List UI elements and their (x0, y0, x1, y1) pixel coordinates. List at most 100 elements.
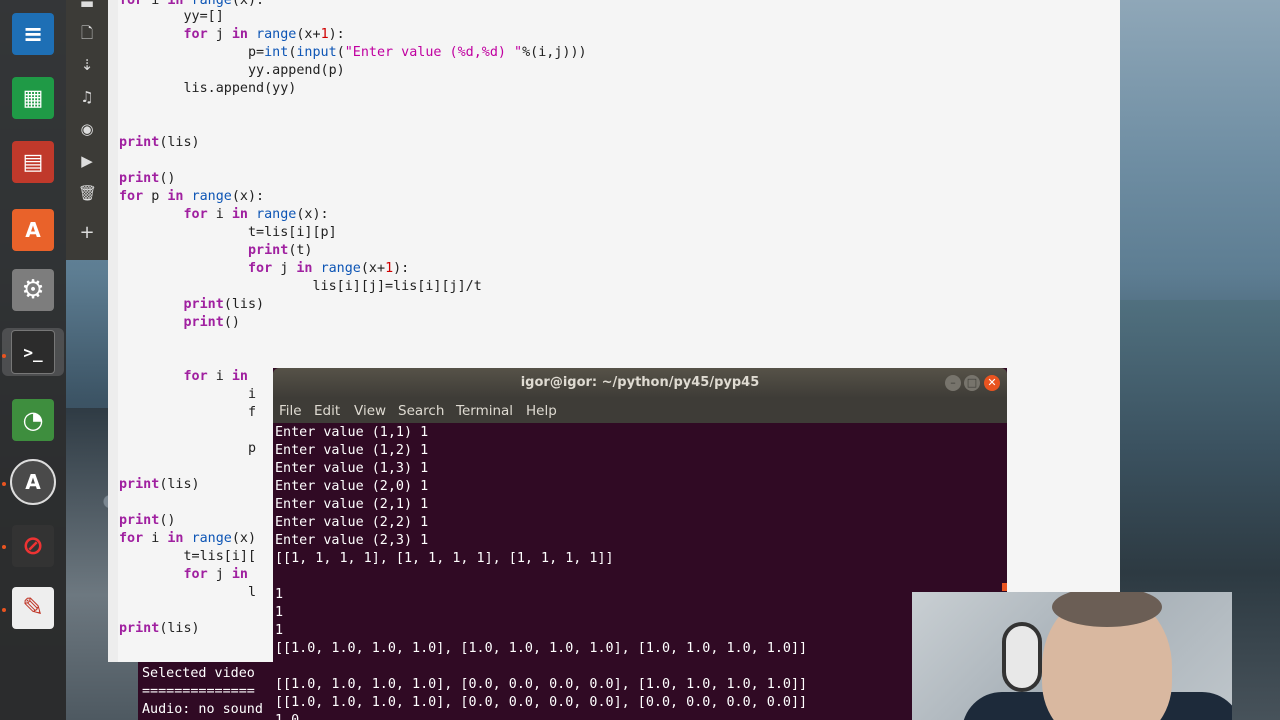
code-token: for (119, 0, 144, 8)
terminal-line: 1.0 (275, 712, 299, 720)
terminal-line: Enter value (2,1) 1 (275, 497, 429, 512)
code-line: for i in range(x) (119, 531, 257, 546)
software-updater-icon: A (10, 459, 56, 505)
launcher-settings[interactable]: ⚙ (9, 266, 57, 314)
terminal-titlebar[interactable]: igor@igor: ~/python/py45/pyp45 – □ ✕ (273, 368, 1007, 398)
launcher-terminal[interactable]: >_ (2, 328, 64, 376)
terminal-line: Enter value (1,2) 1 (275, 443, 429, 458)
menu-view[interactable]: View (354, 403, 386, 419)
menu-edit[interactable]: Edit (314, 403, 340, 419)
code-line: print(lis) (119, 621, 200, 636)
terminal-line: Enter value (1,3) 1 (275, 461, 429, 476)
video-icon[interactable]: ▶ (78, 152, 96, 170)
menu-terminal[interactable]: Terminal (456, 403, 513, 419)
code-line: yy.append(p) (119, 63, 345, 78)
running-indicator (2, 482, 6, 486)
terminal-line: Enter value (2,2) 1 (275, 515, 429, 530)
code-line: p=int(input("Enter value (%d,%d) "%(i,j)… (119, 45, 587, 60)
code-line: lis[i][j]=lis[i][j]/t (119, 279, 482, 294)
terminal-line: [[1.0, 1.0, 1.0, 1.0], [0.0, 0.0, 0.0, 0… (275, 695, 808, 710)
background-terminal-line: Selected video (142, 666, 255, 681)
launcher-updater[interactable]: A (9, 458, 57, 506)
terminal-output[interactable]: Enter value (1,1) 1 Enter value (1,2) 1 … (274, 424, 1004, 720)
background-terminal: Selected video ============== Audio: no … (138, 662, 274, 720)
terminal-line: [[1.0, 1.0, 1.0, 1.0], [1.0, 1.0, 1.0, 1… (275, 641, 808, 656)
text-editor-icon: ✎ (12, 587, 54, 629)
code-line: p (119, 441, 257, 456)
code-line: print() (119, 513, 176, 528)
code-line: l (119, 585, 257, 600)
running-indicator (2, 545, 6, 549)
terminal-line: Enter value (1,1) 1 (275, 425, 429, 440)
launcher-writer[interactable]: ≡ (9, 10, 57, 58)
menu-search[interactable]: Search (398, 403, 444, 419)
code-line: for i in range(x): (183, 207, 329, 222)
file-icon[interactable]: 🗋 (78, 24, 96, 42)
terminal-line: 1 (275, 587, 284, 602)
code-line: for p in range(x): (119, 189, 265, 204)
terminal-line: Enter value (2,0) 1 (275, 479, 429, 494)
code-token: range (191, 0, 232, 8)
camera-icon[interactable]: ◉ (78, 120, 96, 138)
code-line: f (119, 405, 257, 420)
disk-usage-icon: ◔ (12, 399, 54, 441)
code-line: lis.append(yy) (119, 81, 297, 96)
code-line: t=lis[i][ (119, 549, 257, 564)
menu-help[interactable]: Help (526, 403, 557, 419)
terminal-line: Enter value (2,3) 1 (275, 533, 429, 548)
plus-icon[interactable]: + (78, 224, 96, 242)
code-line: print(lis) (119, 477, 200, 492)
headphones (1002, 622, 1042, 692)
code-line: for j in range(x+1): (183, 27, 345, 42)
terminal-line: [[1, 1, 1, 1], [1, 1, 1, 1], [1, 1, 1, 1… (275, 551, 614, 566)
launcher-impress[interactable]: ▤ (9, 138, 57, 186)
code-line: print(lis) (183, 297, 265, 312)
editor-gutter (108, 0, 118, 662)
system-settings-icon: ⚙ (12, 269, 54, 311)
launcher-calc[interactable]: ▦ (9, 74, 57, 122)
code-line: print() (183, 315, 240, 330)
background-terminal-line: ============== (142, 684, 255, 699)
background-terminal-line: Audio: no sound (142, 702, 263, 717)
launcher-text-editor[interactable]: ✎ (9, 584, 57, 632)
code-line: for j in range(x+1): (248, 261, 410, 276)
running-indicator (2, 608, 6, 612)
code-line: t=lis[i][p] (119, 225, 337, 240)
webcam-overlay (912, 592, 1232, 720)
code-line: yy=[] (119, 9, 224, 24)
terminal-line: 1 (275, 623, 284, 638)
unity-launcher: ≡ ▦ ▤ A ⚙ >_ ◔ A ⊘ ✎ (0, 0, 66, 720)
minimize-button[interactable]: – (945, 375, 961, 391)
terminal-line: [[1.0, 1.0, 1.0, 1.0], [0.0, 0.0, 0.0, 0… (275, 677, 808, 692)
folder-icon[interactable]: ▬ (78, 0, 96, 12)
terminal-menubar: File Edit View Search Terminal Help (273, 398, 1007, 423)
terminal-title: igor@igor: ~/python/py45/pyp45 (520, 375, 760, 390)
editor-side-panel: ▬ 🗋 ⇣ ♫ ◉ ▶ 🗑 + (66, 0, 108, 260)
terminal-icon: >_ (11, 330, 55, 374)
terminal-scroll-marker[interactable] (1002, 583, 1007, 591)
launcher-recorder[interactable]: ⊘ (9, 522, 57, 570)
trash-icon[interactable]: 🗑 (78, 184, 97, 202)
code-line: i (119, 387, 257, 402)
code-line: print() (119, 171, 176, 186)
libreoffice-calc-icon: ▦ (12, 77, 54, 119)
terminal-line: 1 (275, 605, 284, 620)
close-button[interactable]: ✕ (984, 375, 1000, 391)
libreoffice-impress-icon: ▤ (12, 141, 54, 183)
code-line: print(lis) (119, 135, 200, 150)
launcher-disk-usage[interactable]: ◔ (9, 396, 57, 444)
code-line: print(t) (248, 243, 313, 258)
libreoffice-writer-icon: ≡ (12, 13, 54, 55)
screen-recorder-icon: ⊘ (12, 525, 54, 567)
code-token: in (167, 0, 184, 8)
ubuntu-software-icon: A (12, 209, 54, 251)
code-line: for j in (183, 567, 249, 582)
music-icon[interactable]: ♫ (78, 88, 96, 106)
maximize-button[interactable]: □ (964, 375, 980, 391)
code-line: for i in (183, 369, 249, 384)
running-indicator (2, 354, 6, 358)
launcher-software[interactable]: A (9, 206, 57, 254)
menu-file[interactable]: File (279, 403, 302, 419)
download-icon[interactable]: ⇣ (78, 56, 96, 74)
terminal-window[interactable]: igor@igor: ~/python/py45/pyp45 – □ ✕ Fil… (273, 368, 1007, 720)
